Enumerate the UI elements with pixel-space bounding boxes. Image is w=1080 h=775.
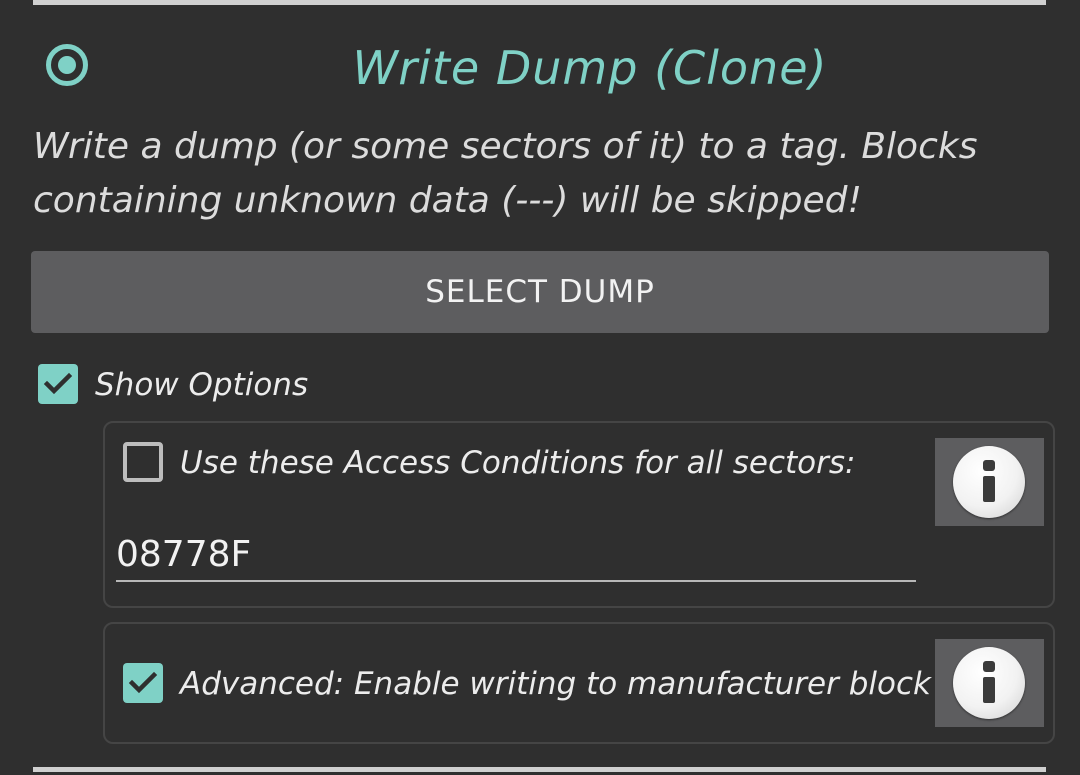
select-dump-button[interactable]: SELECT DUMP <box>31 251 1049 333</box>
show-options-label: Show Options <box>95 367 309 403</box>
access-conditions-input[interactable] <box>116 528 916 582</box>
manufacturer-block-checkbox[interactable] <box>123 663 163 703</box>
show-options-checkbox[interactable] <box>38 364 78 404</box>
info-icon <box>953 647 1025 719</box>
bottom-divider <box>33 767 1046 772</box>
write-dump-radio-button[interactable] <box>46 44 88 86</box>
section-title: Write Dump (Clone) <box>352 41 828 95</box>
access-conditions-checkbox[interactable] <box>123 442 163 482</box>
info-icon <box>953 446 1025 518</box>
checkmark-icon <box>43 372 73 395</box>
access-conditions-info-button[interactable] <box>935 438 1044 526</box>
top-divider <box>33 0 1046 5</box>
manufacturer-block-label: Advanced: Enable writing to manufacturer… <box>180 666 931 702</box>
manufacturer-block-info-button[interactable] <box>935 639 1044 727</box>
access-conditions-label: Use these Access Conditions for all sect… <box>180 445 856 481</box>
section-description: Write a dump (or some sectors of it) to … <box>33 126 978 221</box>
checkmark-icon <box>128 671 158 694</box>
radio-selected-dot <box>58 56 76 74</box>
